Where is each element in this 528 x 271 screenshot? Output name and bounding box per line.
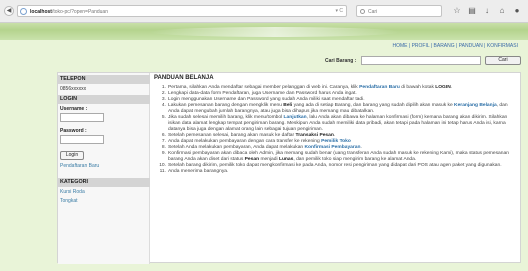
step-link[interactable]: Keranjang Belanja [454, 103, 497, 108]
step-emphasis: Beli [283, 103, 293, 108]
product-search: Cari Barang : Cari [325, 56, 525, 66]
bookmarks-icon[interactable]: ▤ [467, 6, 477, 16]
password-label: Password : [60, 128, 87, 134]
step-text: Login menggunakan Username dan Password … [168, 97, 365, 102]
telepon-header: TELEPON [58, 75, 150, 84]
guide-step: 5. Jika sudah selesai memilih barang, kli… [154, 115, 520, 133]
pendaftaran-baru-link[interactable]: Pendaftaran Baru [60, 163, 99, 169]
step-text: yang ada di setiap Barang, dan barang ya… [292, 103, 455, 108]
step-text: Anda menerima barangnya. [168, 169, 229, 174]
search-label: Cari Barang : [325, 58, 357, 64]
kategori-header: KATEGORI [58, 178, 150, 187]
step-emphasis: Pesan [244, 157, 260, 162]
banner-swoosh [150, 27, 400, 37]
guide-steps: 1. Pertama, silahkan Anda mendaftar sebag… [154, 85, 520, 175]
address-bar[interactable]: localhost/toko-pc/?open=Panduan ▾ C [17, 5, 347, 17]
browser-search-box[interactable]: Cari [356, 5, 442, 17]
step-text: . [360, 145, 362, 150]
kategori-item[interactable]: Tongkat [60, 198, 78, 204]
step-text: , dan pemilik toko siap mengirim barang … [293, 157, 417, 162]
step-text: Lakukan pemesanan barang dengan mengklik… [168, 103, 284, 108]
top-navigation[interactable]: HOME | PROFIL | BARANG | PANDUAN | KONFI… [393, 43, 519, 49]
step-text: menjadi [259, 157, 279, 162]
step-number: 11. [159, 169, 166, 174]
guide-step: 11. Anda menerima barangnya. [154, 169, 520, 175]
search-icon [360, 9, 365, 14]
search-input[interactable] [361, 56, 481, 65]
step-emphasis: Lunas [278, 157, 294, 162]
step-text: Lengkapi data-data form Pendaftaran, jug… [168, 91, 357, 96]
globe-icon [20, 8, 27, 15]
guide-step: 9. Konfirmasi pembayaran akan dibaca oleh… [154, 151, 520, 163]
page-title: PANDUAN BELANJA [154, 75, 214, 81]
star-icon[interactable]: ☆ [452, 6, 462, 16]
step-text: . [333, 133, 336, 138]
login-button[interactable]: Login [60, 151, 84, 160]
step-text: di bawah kotak [399, 85, 436, 90]
guide-content: PANDUAN BELANJA 1. Pertama, silahkan Anda… [154, 75, 520, 261]
step-emphasis: Transaksi Pesan [295, 133, 334, 138]
username-field[interactable] [60, 113, 104, 122]
telepon-value: 0856xxxxxx [60, 86, 87, 92]
step-link[interactable]: Pendaftaran Baru [359, 85, 400, 90]
home-icon[interactable]: ⌂ [497, 6, 507, 16]
step-number: 9. [161, 151, 166, 156]
step-text: Jika sudah selesai memilih barang, klik … [168, 115, 284, 120]
step-text: . [450, 85, 453, 90]
step-text: Anda dapat melakukan pembayaran dengan c… [168, 139, 322, 144]
login-header: LOGIN [58, 95, 150, 104]
step-link[interactable]: Pemilik Toko [321, 139, 351, 144]
username-label: Username : [60, 106, 88, 112]
sidebar: TELEPON 0856xxxxxx LOGIN Username : Pass… [58, 73, 150, 264]
extension-icon[interactable]: ● [512, 6, 522, 16]
browser-search-placeholder: Cari [368, 9, 378, 15]
step-text: Setelah pemesanan selesai, barang akan m… [168, 133, 296, 138]
address-text: localhost/toko-pc/?open=Panduan [30, 9, 108, 15]
step-number: 4. [161, 103, 166, 108]
step-link[interactable]: Konfirmasi Pembayaran [305, 145, 361, 150]
kategori-item[interactable]: Kursi Roda [60, 189, 85, 195]
web-page: HOME | PROFIL | BARANG | PANDUAN | KONFI… [0, 23, 528, 271]
search-button[interactable]: Cari [485, 56, 521, 65]
step-number: 5. [161, 115, 166, 120]
password-field[interactable] [60, 135, 104, 144]
step-link[interactable]: Lanjutkan [284, 115, 307, 120]
browser-toolbar: ◀ localhost/toko-pc/?open=Panduan ▾ C Ca… [0, 0, 528, 23]
site-banner [0, 23, 528, 40]
reload-icon[interactable]: ▾ C [335, 8, 343, 14]
step-text: Pertama, silahkan Anda mendaftar sebagai… [168, 85, 360, 90]
step-text: Setelah Anda melakukan pembayaran, Anda … [168, 145, 305, 150]
step-text: Setelah barang dikirim, pemilik toko dap… [168, 163, 502, 168]
arrow-left-icon[interactable]: ◀ [4, 6, 14, 16]
main-container: TELEPON 0856xxxxxx LOGIN Username : Pass… [57, 72, 521, 264]
download-icon[interactable]: ↓ [482, 6, 492, 16]
guide-step: 4. Lakukan pemesanan barang dengan mengkl… [154, 103, 520, 115]
step-emphasis: LOGIN [435, 85, 451, 90]
